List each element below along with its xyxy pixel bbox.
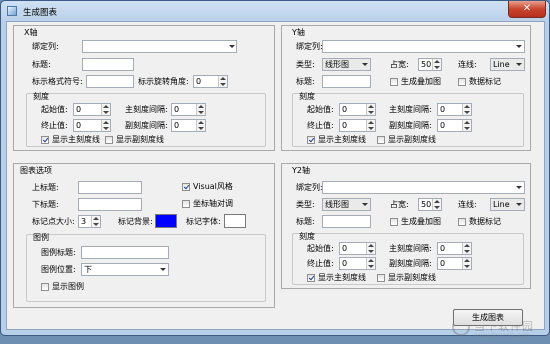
x-end-spinner[interactable]: 0 (73, 119, 111, 132)
marker-size-label: 标记点大小: (32, 217, 75, 226)
dialog-client: X轴 绑定列: 标题: 标示格式符号: 标示旋转角度: 0 刻度 起始值: 0 … (6, 21, 545, 339)
marker-bg-color-swatch[interactable] (155, 214, 177, 228)
y-scale-group: 刻度 起始值: 0 主刻度间隔: 0 终止值: 0 副刻度间隔: 0 显示主刻度… (292, 92, 524, 147)
y2-axis-panel: Y2轴 绑定列: 类型: 线形图 占宽: 50 连线: Line 标题: 生成叠… (281, 163, 531, 289)
x-scale-group: 刻度 起始值: 0 主刻度间隔: 0 终止值: 0 副刻度间隔: 0 显示主刻度… (26, 92, 266, 147)
y2-axis-title: Y2轴 (292, 166, 310, 175)
bottom-title-label: 下标题: (32, 200, 59, 209)
chart-options-title: 图表选项 (20, 166, 52, 175)
y-line-select[interactable]: Line (490, 58, 525, 71)
y2-end-label: 终止值: (307, 259, 334, 268)
y-start-spinner[interactable]: 0 (339, 103, 376, 116)
x-bind-col-label: 绑定列: (32, 42, 59, 51)
x-bind-col-select[interactable] (82, 40, 237, 53)
y-type-select[interactable]: 线形图 (322, 58, 371, 71)
x-start-label: 起始值: (41, 105, 68, 114)
y-line-label: 连线: (458, 60, 477, 69)
x-format-input[interactable] (86, 75, 134, 88)
y-title-label: 标题: (296, 77, 315, 86)
chevron-down-icon (514, 200, 523, 209)
y-sub-interval-spinner[interactable]: 0 (437, 119, 472, 132)
y2-line-select[interactable]: Line (490, 198, 525, 211)
y2-bind-col-label: 绑定列: (296, 183, 323, 192)
chevron-down-icon (514, 60, 523, 69)
y-width-spinner[interactable]: 50 (418, 58, 442, 71)
y2-sub-interval-label: 副刻度间隔: (389, 259, 432, 268)
x-scale-title: 刻度 (33, 92, 49, 101)
x-rotation-label: 标示旋转角度: (138, 77, 189, 86)
x-main-interval-label: 主刻度间隔: (125, 105, 168, 114)
y2-bind-col-select[interactable] (322, 181, 525, 194)
y-axis-panel: Y轴 绑定列: 类型: 线形图 占宽: 50 连线: Line 标题: 生成叠加… (281, 25, 531, 151)
legend-position-label: 图例位置: (41, 265, 76, 274)
y2-scale-title: 刻度 (299, 232, 315, 241)
chevron-down-icon[interactable] (227, 42, 236, 51)
chevron-down-icon (360, 200, 369, 209)
y2-type-label: 类型: (296, 200, 315, 209)
x-title-label: 标题: (32, 60, 51, 69)
y-title-input[interactable] (322, 75, 371, 88)
chevron-down-icon (360, 60, 369, 69)
marker-font-label: 标记字体: (186, 217, 221, 226)
chevron-down-icon (158, 265, 167, 274)
y-scale-title: 刻度 (299, 92, 315, 101)
x-format-label: 标示格式符号: (32, 77, 83, 86)
top-title-label: 上标题: (32, 183, 59, 192)
y2-scale-group: 刻度 起始值: 0 主刻度间隔: 0 终止值: 0 副刻度间隔: 0 显示主刻度… (292, 232, 524, 285)
x-sub-interval-spinner[interactable]: 0 (171, 119, 206, 132)
y2-width-spinner[interactable]: 50 (418, 198, 442, 211)
y-main-interval-spinner[interactable]: 0 (437, 103, 472, 116)
y-bind-col-select[interactable] (322, 40, 525, 53)
y-type-label: 类型: (296, 60, 315, 69)
generate-chart-button[interactable]: 生成图表 (453, 309, 523, 326)
y-main-interval-label: 主刻度间隔: (389, 105, 432, 114)
y2-width-label: 占宽: (390, 200, 409, 209)
marker-size-spinner[interactable]: 3 (78, 215, 101, 228)
y-axis-title: Y轴 (292, 28, 305, 37)
y2-title-input[interactable] (322, 215, 371, 228)
dialog-window: 生成图表 ✕ X轴 绑定列: 标题: 标示格式符号: 标示旋转角度: 0 刻度 … (0, 0, 550, 339)
x-main-interval-spinner[interactable]: 0 (171, 103, 206, 116)
y-end-spinner[interactable]: 0 (339, 119, 376, 132)
y2-line-label: 连线: (458, 200, 477, 209)
x-sub-interval-label: 副刻度间隔: (125, 121, 168, 130)
y2-start-label: 起始值: (307, 244, 334, 253)
window-title: 生成图表 (23, 8, 58, 18)
x-axis-title: X轴 (24, 28, 38, 37)
legend-group: 图例 图例标题: 图例位置: 下 显示图例 (26, 233, 266, 302)
y-sub-interval-label: 副刻度间隔: (389, 121, 432, 130)
y-end-label: 终止值: (307, 121, 334, 130)
title-bar[interactable]: 生成图表 ✕ (1, 1, 549, 21)
legend-title: 图例 (33, 233, 49, 242)
y-width-label: 占宽: (390, 60, 409, 69)
chevron-down-icon (514, 42, 523, 51)
close-button[interactable]: ✕ (508, 1, 546, 18)
app-icon (7, 6, 17, 16)
y2-end-spinner[interactable]: 0 (339, 257, 376, 270)
y2-sub-interval-spinner[interactable]: 0 (437, 257, 472, 270)
legend-title-input[interactable] (81, 246, 169, 259)
marker-font-swatch[interactable] (224, 214, 246, 228)
chart-options-panel: 图表选项 上标题: Visual风格 下标题: 坐标轴对调 标记点大小: 3 标… (13, 163, 275, 308)
y2-type-select[interactable]: 线形图 (322, 198, 371, 211)
y2-start-spinner[interactable]: 0 (339, 242, 376, 255)
y2-main-interval-label: 主刻度间隔: (389, 244, 432, 253)
y-start-label: 起始值: (307, 105, 334, 114)
x-axis-panel: X轴 绑定列: 标题: 标示格式符号: 标示旋转角度: 0 刻度 起始值: 0 … (13, 25, 275, 151)
y2-title-label: 标题: (296, 217, 315, 226)
x-title-input[interactable] (82, 58, 134, 71)
legend-position-select[interactable]: 下 (81, 263, 169, 276)
x-rotation-spinner[interactable]: 0 (193, 75, 228, 88)
x-start-spinner[interactable]: 0 (73, 103, 111, 116)
bottom-title-input[interactable] (78, 198, 142, 211)
legend-title-label: 图例标题: (41, 248, 76, 257)
y-bind-col-label: 绑定列: (296, 42, 323, 51)
x-end-label: 终止值: (41, 121, 68, 130)
marker-bg-label: 标记背景: (118, 217, 153, 226)
chevron-down-icon (514, 183, 523, 192)
top-title-input[interactable] (78, 181, 142, 194)
y2-main-interval-spinner[interactable]: 0 (437, 242, 472, 255)
